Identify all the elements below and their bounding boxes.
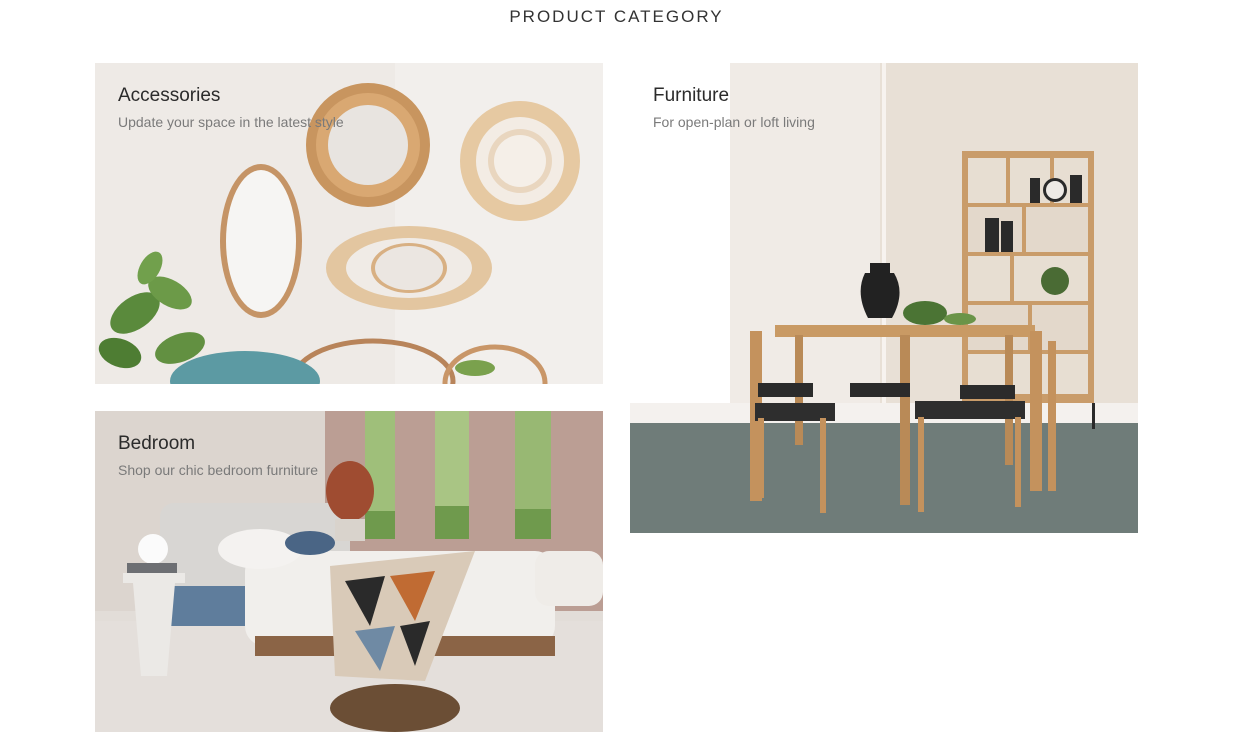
category-caption: Accessories Update your space in the lat…: [118, 85, 344, 130]
category-title: Furniture: [653, 85, 730, 106]
category-subtitle: For open-plan or loft living: [653, 114, 815, 130]
category-subtitle: Shop our chic bedroom furniture: [118, 462, 318, 478]
category-caption: Bedroom Shop our chic bedroom furniture: [118, 433, 318, 478]
dining-set-image: [630, 63, 1138, 533]
category-title: Bedroom: [118, 433, 196, 454]
category-card-furniture[interactable]: Furniture For open-plan or loft living: [630, 63, 1138, 533]
category-subtitle: Update your space in the latest style: [118, 114, 344, 130]
category-card-accessories[interactable]: Accessories Update your space in the lat…: [95, 63, 603, 384]
section-title: PRODUCT CATEGORY: [509, 7, 724, 26]
category-title: Accessories: [118, 85, 221, 106]
category-caption: Furniture For open-plan or loft living: [653, 85, 815, 130]
category-card-bedroom[interactable]: Bedroom Shop our chic bedroom furniture: [95, 411, 603, 732]
